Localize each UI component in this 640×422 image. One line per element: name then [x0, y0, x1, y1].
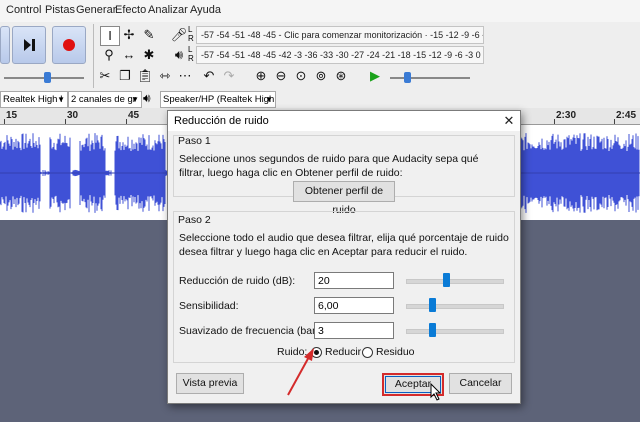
record-button[interactable]	[52, 26, 86, 64]
redo-icon[interactable]: ↷	[220, 67, 238, 85]
sensitivity-slider-track	[406, 304, 504, 309]
silence-icon[interactable]: ⋯	[176, 67, 194, 85]
playback-meter[interactable]: -57 -54 -51 -48 -45 -42 -3 -36 -33 -30 -…	[196, 46, 484, 64]
frequency-smoothing-slider-track	[406, 329, 504, 334]
host-select[interactable]: Realtek High I ▼	[0, 91, 68, 108]
selection-tool-icon[interactable]: I	[100, 26, 120, 46]
radio-residue[interactable]	[362, 347, 373, 358]
tick-label: 2:45	[616, 110, 637, 121]
get-noise-profile-button[interactable]: Obtener perfil de ruido	[293, 181, 395, 216]
fit-project-icon[interactable]: ⊚	[312, 67, 330, 85]
separator	[93, 24, 94, 88]
noise-reduction-slider-track	[406, 279, 504, 284]
step2-title: Paso 2	[178, 214, 211, 226]
noise-reduction-dialog: Reducción de ruido ✕ Paso 1 Seleccione u…	[167, 110, 521, 404]
tick-mark	[65, 119, 66, 124]
radio-reduce-label[interactable]: Reducir	[325, 345, 361, 359]
paste-icon[interactable]: 📋︎	[136, 67, 154, 85]
output-device-select[interactable]: Speaker/HP (Realtek High ▼	[160, 91, 276, 108]
frequency-smoothing-input[interactable]: 3	[314, 322, 394, 339]
draw-tool-icon[interactable]: ✎	[140, 26, 158, 44]
zoom-toggle-icon[interactable]: ⊛	[332, 67, 350, 85]
skip-end-button[interactable]	[12, 26, 46, 64]
sensitivity-input[interactable]: 6,00	[314, 297, 394, 314]
frequency-smoothing-slider[interactable]	[429, 323, 436, 337]
playback-speed-slider[interactable]	[44, 72, 51, 83]
annotation-arrow	[287, 348, 314, 396]
meter-lr-labels: LR	[188, 25, 194, 43]
noise-reduction-input[interactable]: 20	[314, 272, 394, 289]
multi-tool-icon[interactable]: ✱	[140, 46, 158, 64]
dialog-titlebar: Reducción de ruido ✕	[168, 111, 520, 131]
preview-button[interactable]: Vista previa	[176, 373, 244, 394]
toolbar-area: I ✢ ✎ ⚲ ↔ ✱ 🎤︎ LR -57 -54 -51 -48 -45 - …	[0, 22, 640, 91]
recording-meter[interactable]: -57 -54 -51 -48 -45 - Clic para comenzar…	[196, 26, 484, 44]
device-toolbar: Realtek High I ▼ 2 canales de gr ▼ 🔊︎ Spea…	[0, 90, 640, 109]
step2-description: Seleccione todo el audio que desea filtr…	[179, 232, 509, 258]
cut-icon[interactable]: ✂	[96, 67, 114, 85]
zoom-in-icon[interactable]: ⊕	[252, 67, 270, 85]
mouse-cursor-icon	[430, 383, 442, 401]
tick-mark	[554, 119, 555, 124]
tick-label: 15	[6, 110, 18, 121]
skip-end-icon	[24, 39, 35, 51]
meter-lr-labels-playback: LR	[188, 45, 194, 63]
record-icon	[63, 39, 75, 51]
menu-efecto[interactable]: Efecto	[115, 4, 146, 16]
noise-reduction-slider[interactable]	[443, 273, 450, 287]
sensitivity-slider[interactable]	[429, 298, 436, 312]
dialog-title: Reducción de ruido	[174, 115, 269, 127]
tick-mark	[614, 119, 615, 124]
tick-mark	[4, 119, 5, 124]
speed-slider[interactable]	[404, 72, 411, 83]
speaker-icon: 🔊︎	[143, 91, 151, 105]
step1-description: Seleccione unos segundos de ruido para q…	[179, 153, 479, 179]
sensitivity-label: Sensibilidad:	[179, 300, 239, 312]
play-at-speed-icon[interactable]: ▶	[366, 67, 384, 85]
radio-residue-label[interactable]: Residuo	[376, 345, 415, 359]
fit-selection-icon[interactable]: ⊙	[292, 67, 310, 85]
undo-icon[interactable]: ↶	[200, 67, 218, 85]
tick-label: 30	[67, 110, 79, 121]
tick-label: 2:30	[556, 110, 577, 121]
menu-control[interactable]: Control	[6, 4, 41, 16]
stop-button-partial[interactable]	[0, 26, 10, 64]
menu-ayuda[interactable]: Ayuda	[190, 4, 221, 16]
trim-icon[interactable]: ⇿	[156, 67, 174, 85]
noise-reduction-label: Reducción de ruido (dB):	[179, 275, 296, 287]
channels-select[interactable]: 2 canales de gr ▼	[68, 91, 142, 108]
zoom-tool-icon[interactable]: ⚲	[100, 46, 118, 64]
tick-label: 45	[128, 110, 140, 121]
copy-icon[interactable]: ❐	[116, 67, 134, 85]
step1-title: Paso 1	[178, 135, 211, 147]
menu-bar: Control Pistas Generar Efecto Analizar A…	[0, 0, 640, 22]
menu-analizar[interactable]: Analizar	[148, 4, 188, 16]
menu-generar[interactable]: Generar	[76, 4, 116, 16]
close-icon[interactable]: ✕	[500, 112, 518, 130]
microphone-icon[interactable]: 🎤︎	[170, 26, 188, 44]
zoom-out-icon[interactable]: ⊖	[272, 67, 290, 85]
cancel-button[interactable]: Cancelar	[449, 373, 512, 394]
speed-slider-track	[390, 77, 470, 79]
tick-mark	[126, 119, 127, 124]
menu-pistas[interactable]: Pistas	[45, 4, 75, 16]
envelope-tool-icon[interactable]: ✢	[120, 26, 138, 44]
timeshift-tool-icon[interactable]: ↔	[120, 46, 138, 64]
speaker-icon[interactable]: 🔊︎	[170, 46, 188, 64]
